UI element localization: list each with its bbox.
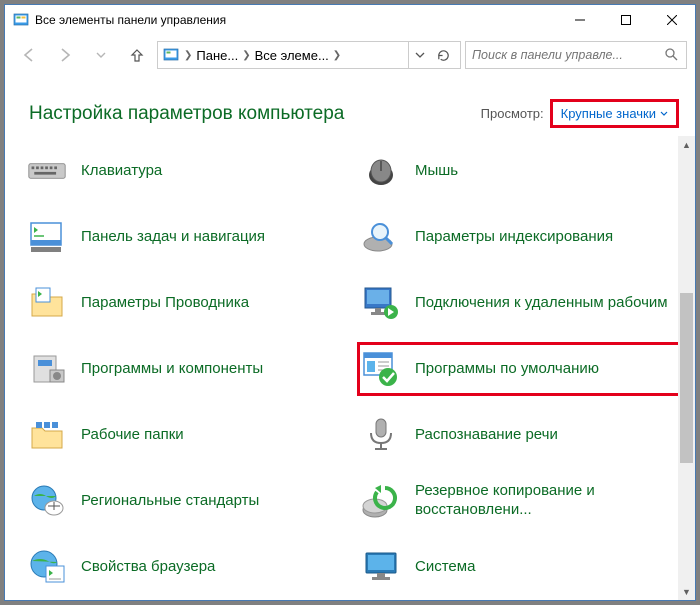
remote-icon <box>361 283 401 323</box>
window-title: Все элементы панели управления <box>35 13 557 27</box>
item-label: Параметры Проводника <box>81 294 249 313</box>
view-dropdown[interactable]: Крупные значки <box>550 99 679 128</box>
item-system[interactable]: Система <box>357 540 691 594</box>
backup-icon <box>361 481 401 521</box>
close-button[interactable] <box>649 5 695 35</box>
work-folders-icon <box>27 415 67 455</box>
forward-button[interactable] <box>49 41 81 69</box>
scroll-down-button[interactable]: ▼ <box>678 583 695 600</box>
item-internet-options[interactable]: Свойства браузера <box>23 540 357 594</box>
item-speech[interactable]: Распознавание речи <box>357 408 691 462</box>
item-keyboard[interactable]: Клавиатура <box>23 144 357 198</box>
maximize-button[interactable] <box>603 5 649 35</box>
programs-icon <box>27 349 67 389</box>
internet-options-icon <box>27 547 67 587</box>
item-taskbar[interactable]: Панель задач и навигация <box>23 210 357 264</box>
item-work-folders[interactable]: Рабочие папки <box>23 408 357 462</box>
item-region[interactable]: Региональные стандарты <box>23 474 357 528</box>
item-label: Мышь <box>415 162 458 181</box>
view-label: Просмотр: <box>481 106 544 121</box>
keyboard-icon <box>27 151 67 191</box>
system-icon <box>361 547 401 587</box>
item-indexing[interactable]: Параметры индексирования <box>357 210 691 264</box>
item-label: Панель задач и навигация <box>81 228 265 247</box>
item-label: Программы и компоненты <box>81 360 263 379</box>
recent-dropdown[interactable] <box>85 41 117 69</box>
scroll-up-button[interactable]: ▲ <box>678 136 695 153</box>
item-label: Рабочие папки <box>81 426 184 445</box>
refresh-button[interactable] <box>430 42 456 68</box>
default-programs-icon <box>361 349 401 389</box>
view-value: Крупные значки <box>561 106 656 121</box>
item-label: Региональные стандарты <box>81 492 259 511</box>
item-backup[interactable]: Резервное копирование и восстановлени... <box>357 474 691 528</box>
page-title: Настройка параметров компьютера <box>29 103 481 125</box>
up-button[interactable] <box>121 41 153 69</box>
item-label: Резервное копирование и восстановлени... <box>415 482 683 520</box>
heading-row: Настройка параметров компьютера Просмотр… <box>5 75 695 136</box>
app-icon <box>13 12 29 28</box>
scrollbar[interactable]: ▲ ▼ <box>678 136 695 600</box>
scroll-track[interactable] <box>678 153 695 583</box>
mouse-icon <box>361 151 401 191</box>
breadcrumb-level2[interactable]: Все элеме... <box>255 48 329 63</box>
chevron-right-icon[interactable]: ❯ <box>180 50 196 61</box>
indexing-icon <box>361 217 401 257</box>
search-input[interactable] <box>472 48 664 62</box>
item-default-programs[interactable]: Программы по умолчанию <box>357 342 691 396</box>
address-bar: ❯ Пане... ❯ Все элеме... ❯ <box>5 35 695 75</box>
item-remote[interactable]: Подключения к удаленным рабочим <box>357 276 691 330</box>
folder-options-icon <box>27 283 67 323</box>
back-button[interactable] <box>13 41 45 69</box>
content-area: Клавиатура Мышь Панель задач и навигация… <box>5 136 695 600</box>
minimize-button[interactable] <box>557 5 603 35</box>
chevron-right-icon[interactable]: ❯ <box>238 50 254 61</box>
breadcrumb-level1[interactable]: Пане... <box>196 48 238 63</box>
item-label: Программы по умолчанию <box>415 360 599 379</box>
search-box[interactable] <box>465 41 687 69</box>
item-programs[interactable]: Программы и компоненты <box>23 342 357 396</box>
item-mouse[interactable]: Мышь <box>357 144 691 198</box>
control-panel-window: Все элементы панели управления ❯ Пане...… <box>4 4 696 601</box>
item-label: Распознавание речи <box>415 426 558 445</box>
search-icon[interactable] <box>664 47 680 63</box>
item-label: Подключения к удаленным рабочим <box>415 294 668 313</box>
item-label: Параметры индексирования <box>415 228 613 247</box>
body: Настройка параметров компьютера Просмотр… <box>5 75 695 600</box>
scroll-thumb[interactable] <box>680 293 693 463</box>
breadcrumb[interactable]: ❯ Пане... ❯ Все элеме... ❯ <box>157 41 461 69</box>
control-panel-icon <box>162 46 180 64</box>
chevron-right-icon[interactable]: ❯ <box>329 50 345 61</box>
speech-icon <box>361 415 401 455</box>
chevron-down-icon <box>660 110 668 118</box>
taskbar-icon <box>27 217 67 257</box>
item-label: Система <box>415 558 475 577</box>
items-grid: Клавиатура Мышь Панель задач и навигация… <box>23 144 691 594</box>
titlebar: Все элементы панели управления <box>5 5 695 35</box>
breadcrumb-dropdown[interactable] <box>408 42 430 68</box>
item-label: Свойства браузера <box>81 558 215 577</box>
item-label: Клавиатура <box>81 162 162 181</box>
region-icon <box>27 481 67 521</box>
item-folder-options[interactable]: Параметры Проводника <box>23 276 357 330</box>
